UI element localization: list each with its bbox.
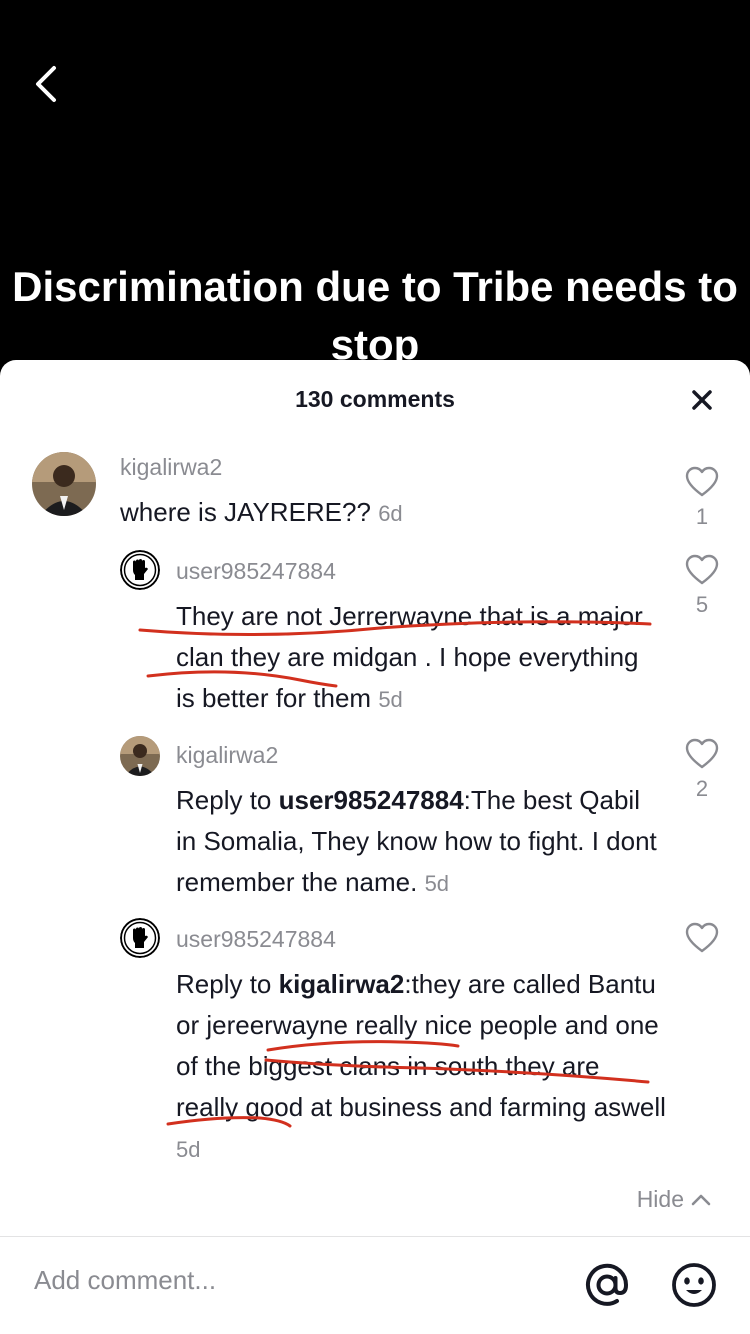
comment-timestamp: 5d [424,871,450,896]
hide-label: Hide [636,1186,684,1212]
reply-mention[interactable]: user985247884 [279,785,464,815]
comment-timestamp: 5d [378,687,403,712]
comments-sheet: 130 comments kigalirwa2 where is JAYRERE… [0,360,750,1334]
hide-replies-button[interactable]: Hide [637,1186,712,1213]
comment-timestamp: 5d [176,1137,201,1162]
video-area: Discrimination due to Tribe needs to sto… [0,0,750,380]
avatar[interactable] [120,550,160,590]
comment-text: They are not Jerrerwayne that is a major… [176,601,643,713]
avatar[interactable] [120,736,160,776]
close-icon [692,390,712,410]
like-count: 5 [695,592,709,617]
smiley-icon [672,1263,716,1307]
chevron-up-icon [691,1194,711,1205]
comments-count: 130 comments [295,386,455,412]
heart-outline-icon [685,922,719,953]
back-button[interactable] [28,60,68,108]
like-count: 2 [695,776,709,801]
comment-composer [0,1236,750,1334]
like-button[interactable]: 1 [682,466,722,530]
comment-username[interactable]: user985247884 [176,558,336,585]
heart-outline-icon [685,554,719,585]
heart-outline-icon [685,738,719,769]
at-sign-icon [586,1263,629,1306]
comment-text: where is JAYRERE?? 6d [120,497,403,527]
chevron-left-icon [36,66,56,102]
comment-username[interactable]: user985247884 [176,926,336,953]
mention-button[interactable] [583,1261,631,1309]
avatar[interactable] [120,918,160,958]
heart-outline-icon [685,466,719,497]
like-button[interactable]: 5 [682,554,722,618]
like-button[interactable]: 2 [682,738,722,802]
comment-text: Reply to user985247884:The best Qabil in… [176,785,657,897]
avatar[interactable] [32,452,96,516]
close-button[interactable] [684,382,720,418]
add-comment-input[interactable] [34,1265,554,1296]
comment-username[interactable]: kigalirwa2 [120,454,222,481]
video-caption: Discrimination due to Tribe needs to sto… [12,263,738,368]
comment-text: Reply to kigalirwa2:they are called Bant… [176,969,666,1162]
comment-timestamp: 6d [378,501,403,526]
reply-mention[interactable]: kigalirwa2 [279,969,405,999]
like-count: 1 [695,504,709,529]
sheet-header: 130 comments [0,360,750,440]
comment-username[interactable]: kigalirwa2 [176,742,278,769]
emoji-button[interactable] [670,1261,718,1309]
like-button[interactable] [682,922,722,954]
